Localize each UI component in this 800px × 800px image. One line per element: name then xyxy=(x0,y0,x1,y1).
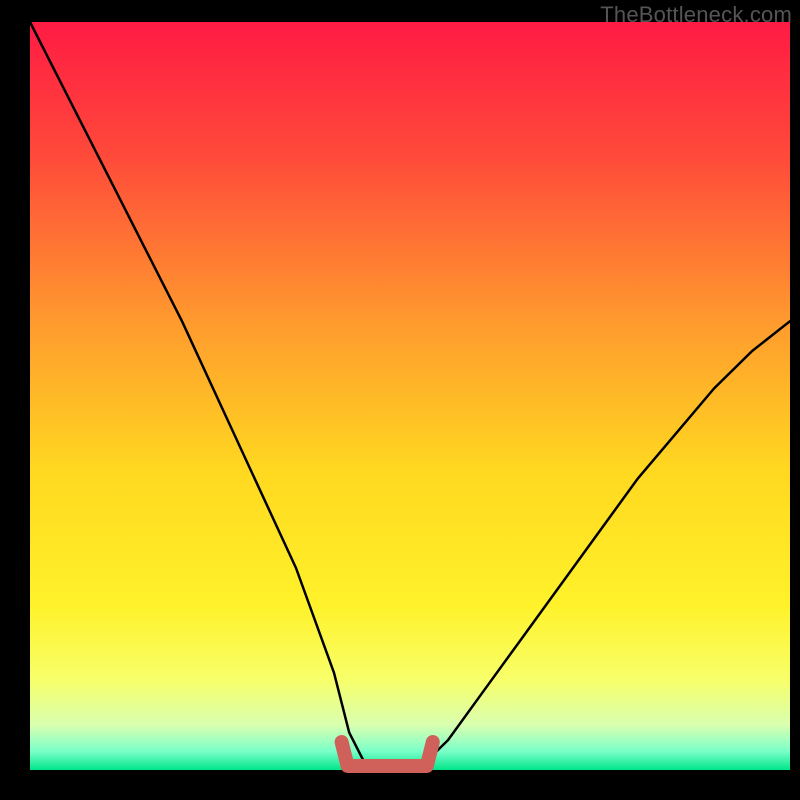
watermark-text: TheBottleneck.com xyxy=(600,2,792,28)
gradient-background xyxy=(30,22,790,770)
chart-frame xyxy=(0,0,800,800)
chart-svg xyxy=(0,0,800,800)
